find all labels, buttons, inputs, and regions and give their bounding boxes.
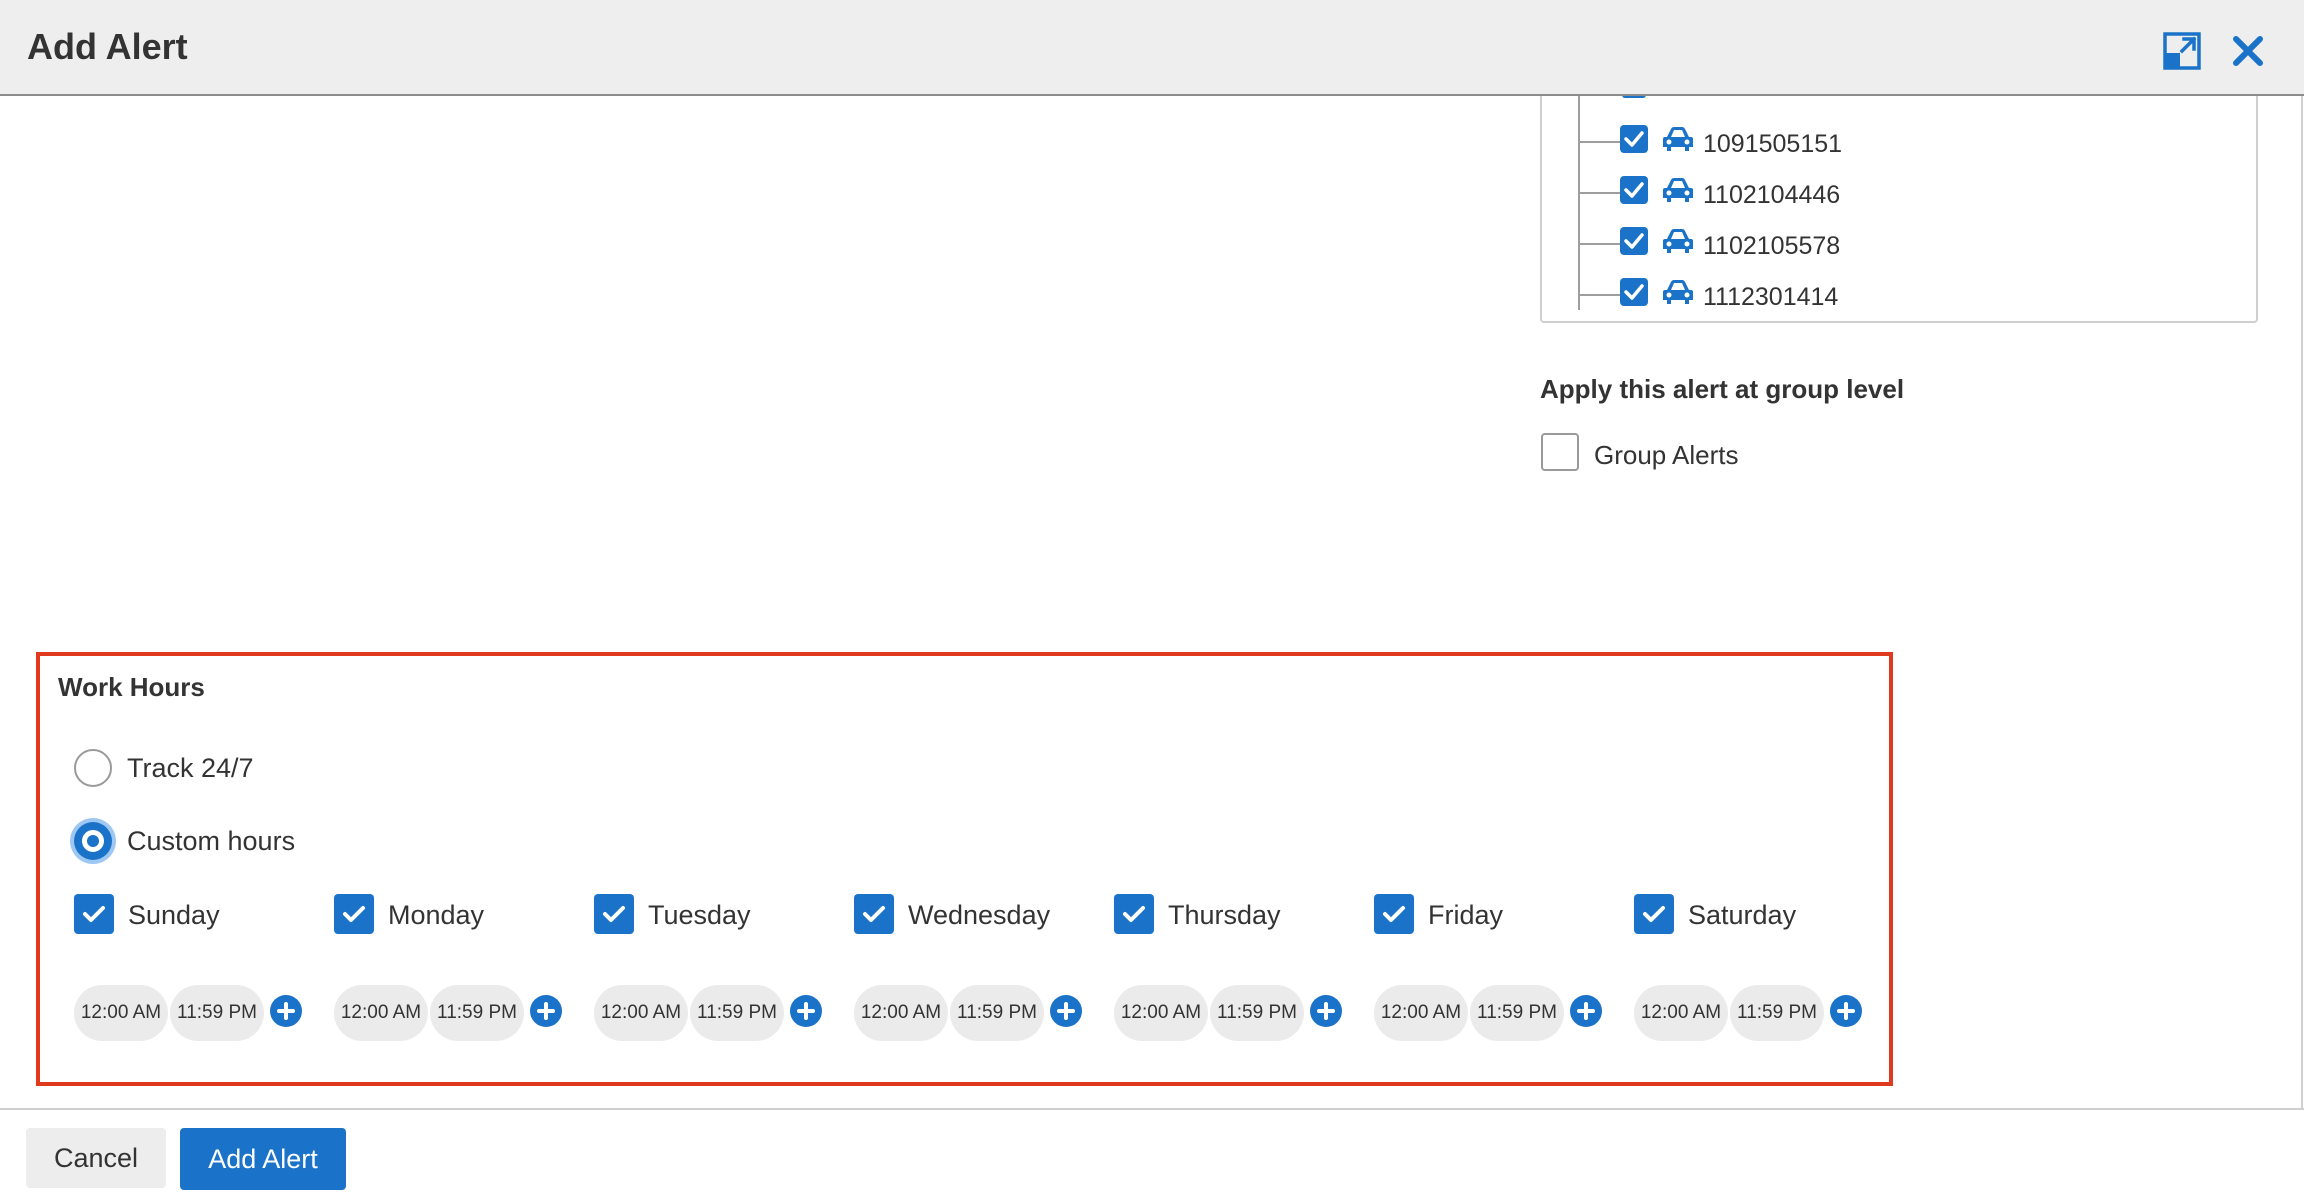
day-checkbox-thursday[interactable] [1114, 894, 1154, 934]
car-icon [1663, 178, 1693, 202]
car-icon [1663, 280, 1693, 304]
add-time-range-icon[interactable] [1570, 995, 1602, 1027]
add-time-range-icon[interactable] [1310, 995, 1342, 1027]
vehicle-checkbox[interactable] [1620, 278, 1648, 306]
cancel-button[interactable]: Cancel [26, 1128, 166, 1188]
day-checkbox-wednesday[interactable] [854, 894, 894, 934]
tree-branch [1580, 141, 1620, 143]
checkmark-icon [1624, 131, 1644, 147]
checkmark-icon [1123, 906, 1145, 922]
start-time-field[interactable]: 12:00 AM [594, 985, 688, 1041]
end-time-field[interactable]: 11:59 PM [950, 985, 1044, 1041]
add-alert-button[interactable]: Add Alert [180, 1128, 346, 1190]
end-time-field[interactable]: 11:59 PM [170, 985, 264, 1041]
day-label: Wednesday [908, 900, 1051, 930]
checkmark-icon [1643, 906, 1665, 922]
checkmark-icon [1624, 284, 1644, 300]
car-icon [1663, 127, 1693, 151]
vehicle-id: 1091505151 [1703, 130, 1843, 158]
start-time-field[interactable]: 12:00 AM [1374, 985, 1468, 1041]
day-label: Tuesday [648, 900, 751, 930]
group-alerts-label: Group Alerts [1594, 440, 1739, 470]
vehicle-checkbox[interactable] [1620, 227, 1648, 255]
add-time-range-icon[interactable] [1050, 995, 1082, 1027]
day-checkbox-tuesday[interactable] [594, 894, 634, 934]
dialog-title: Add Alert [27, 26, 188, 67]
custom-hours-label: Custom hours [127, 826, 296, 856]
add-time-range-icon[interactable] [790, 995, 822, 1027]
checkmark-icon [1624, 233, 1644, 249]
radio-dot [82, 830, 104, 852]
expand-icon[interactable] [2162, 31, 2202, 71]
day-checkbox-saturday[interactable] [1634, 894, 1674, 934]
tree-branch [1580, 243, 1620, 245]
day-checkbox-monday[interactable] [334, 894, 374, 934]
vehicle-id: 1102104446 [1703, 181, 1841, 209]
add-time-range-icon[interactable] [530, 995, 562, 1027]
start-time-field[interactable]: 12:00 AM [334, 985, 428, 1041]
track-24-7-label: Track 24/7 [127, 753, 254, 783]
day-checkbox-friday[interactable] [1374, 894, 1414, 934]
end-time-field[interactable]: 11:59 PM [1470, 985, 1564, 1041]
end-time-field[interactable]: 11:59 PM [1210, 985, 1304, 1041]
checkmark-icon [83, 906, 105, 922]
car-icon [1663, 229, 1693, 253]
start-time-field[interactable]: 12:00 AM [854, 985, 948, 1041]
custom-hours-radio[interactable] [74, 822, 112, 860]
day-label: Thursday [1168, 900, 1281, 930]
work-hours-title: Work Hours [58, 672, 205, 702]
footer-divider [0, 1108, 2304, 1110]
start-time-field[interactable]: 12:00 AM [1634, 985, 1728, 1041]
scrollbar-edge [2301, 96, 2303, 1108]
group-alerts-checkbox[interactable] [1541, 433, 1579, 471]
track-24-7-radio[interactable] [74, 749, 112, 787]
vehicle-id: 1112301414 [1703, 283, 1839, 311]
vehicle-checkbox[interactable] [1620, 176, 1648, 204]
checkmark-icon [1624, 182, 1644, 198]
day-label: Sunday [128, 900, 220, 930]
start-time-field[interactable]: 12:00 AM [74, 985, 168, 1041]
end-time-field[interactable]: 11:59 PM [1730, 985, 1824, 1041]
tree-branch [1580, 294, 1620, 296]
day-label: Monday [388, 900, 485, 930]
checkmark-icon [343, 906, 365, 922]
vehicle-id: 1102105578 [1703, 232, 1841, 260]
day-label: Friday [1428, 900, 1504, 930]
checkmark-icon [1383, 906, 1405, 922]
day-label: Saturday [1688, 900, 1797, 930]
tree-branch [1580, 192, 1620, 194]
group-level-heading: Apply this alert at group level [1540, 374, 1905, 404]
add-time-range-icon[interactable] [270, 995, 302, 1027]
end-time-field[interactable]: 11:59 PM [430, 985, 524, 1041]
start-time-field[interactable]: 12:00 AM [1114, 985, 1208, 1041]
tree-connector-line [1578, 96, 1580, 310]
add-time-range-icon[interactable] [1830, 995, 1862, 1027]
day-checkbox-sunday[interactable] [74, 894, 114, 934]
end-time-field[interactable]: 11:59 PM [690, 985, 784, 1041]
close-icon[interactable] [2228, 31, 2268, 71]
dialog-header: Add Alert [0, 0, 2304, 96]
vehicle-checkbox[interactable] [1620, 125, 1648, 153]
checkmark-icon [863, 906, 885, 922]
checkmark-icon [603, 906, 625, 922]
